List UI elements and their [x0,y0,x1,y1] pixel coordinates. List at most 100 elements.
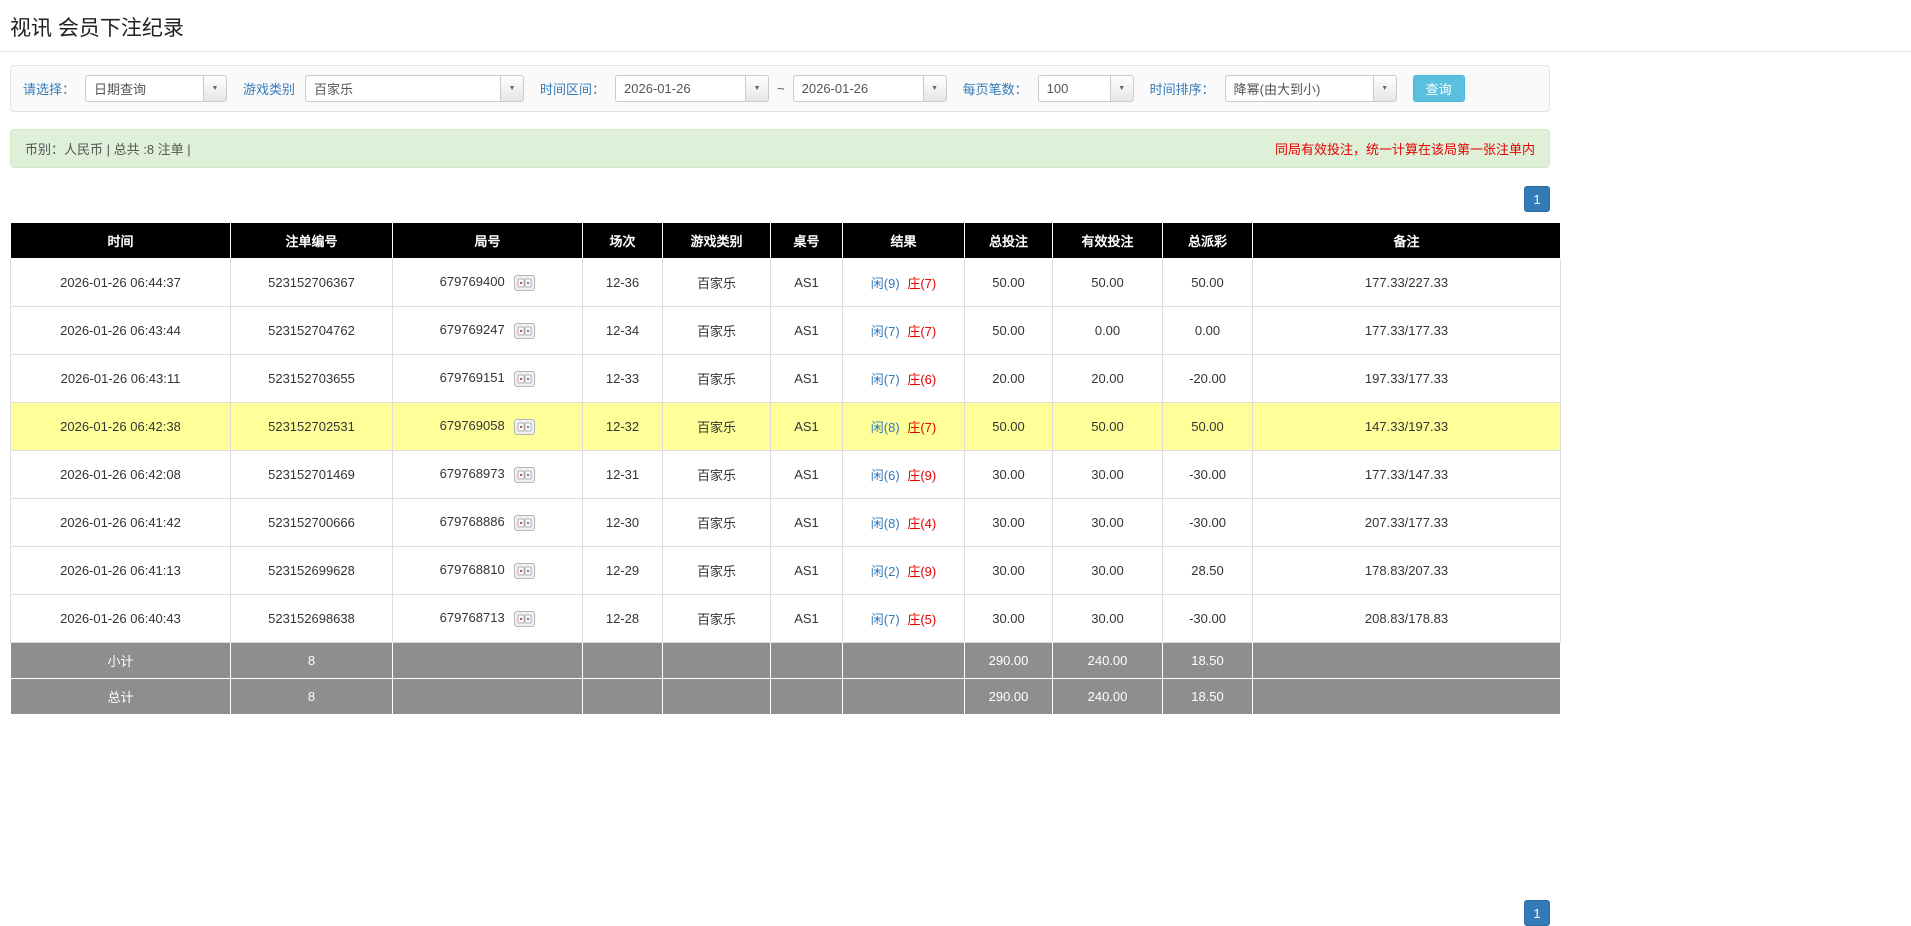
summary-bar: 币别：人民币 | 总共 :8 注单 | 同局有效投注，统一计算在该局第一张注单内 [10,129,1550,168]
round-id-value: 679768886 [439,514,505,530]
total-bet-link[interactable]: 30.00 [964,594,1053,643]
round-detail-icon[interactable] [514,514,536,531]
cell-bet-id: 523152703655 [230,354,393,403]
total-bet-link[interactable]: 30.00 [964,546,1053,595]
round-id-value: 679769151 [439,370,505,386]
total-bet-link[interactable]: 20.00 [964,354,1053,403]
date-to-picker: ▼ [792,75,947,102]
cell-round-id: 679769151 [392,354,583,403]
cell-payout: 50.00 [1162,258,1253,307]
result-player: 闲(9) [870,276,900,291]
cell-table-no: AS1 [770,450,843,499]
game-type-combobox: ▼ [305,75,525,102]
subtotal-count: 8 [230,642,393,679]
date-to-input[interactable] [792,75,923,102]
header-payout: 总派彩 [1162,222,1253,259]
time-sort-combobox: ▼ [1224,75,1397,102]
cell-time: 2026-01-26 06:42:08 [10,450,231,499]
cell-time: 2026-01-26 06:43:11 [10,354,231,403]
search-button[interactable]: 查询 [1412,75,1465,102]
result-player: 闲(7) [870,612,900,627]
round-id-value: 679769400 [439,274,505,290]
cell-table-no: AS1 [770,306,843,355]
page-size-dropdown-button[interactable]: ▼ [1109,75,1134,102]
round-detail-icon[interactable] [514,466,536,483]
round-id-value: 679768713 [439,610,505,626]
total-bet-link[interactable]: 50.00 [964,258,1053,307]
cell-game-type: 百家乐 [662,498,771,547]
result-banker: 庄(7) [907,276,937,291]
cell-round-id: 679768973 [392,450,583,499]
table-row: 2026-01-26 06:42:08 523152701469 6797689… [10,450,1561,499]
cell-bet-id: 523152706367 [230,258,393,307]
cell-table-no: AS1 [770,546,843,595]
cell-table-no: AS1 [770,354,843,403]
total-row: 总计 8 290.00 240.00 18.50 [10,678,1561,715]
result-banker: 庄(9) [907,468,937,483]
cell-result: 闲(9) 庄(7) [842,258,965,307]
result-player: 闲(8) [870,420,900,435]
date-from-input[interactable] [615,75,746,102]
total-bet-link[interactable]: 50.00 [964,306,1053,355]
game-type-dropdown-button[interactable]: ▼ [500,75,525,102]
cell-payout: -30.00 [1162,594,1253,643]
cell-remark: 177.33/177.33 [1252,306,1561,355]
cell-payout: -30.00 [1162,450,1253,499]
cell-game-type: 百家乐 [662,258,771,307]
total-valid-bet: 240.00 [1052,678,1163,715]
page-size-input[interactable] [1037,75,1110,102]
cell-valid-bet: 50.00 [1052,402,1163,451]
round-detail-icon[interactable] [514,610,536,627]
cell-bet-id: 523152702531 [230,402,393,451]
cell-bet-id: 523152698638 [230,594,393,643]
result-banker: 庄(7) [907,420,937,435]
query-type-dropdown-button[interactable]: ▼ [203,75,228,102]
time-sort-dropdown-button[interactable]: ▼ [1372,75,1397,102]
header-remark: 备注 [1252,222,1561,259]
total-bet-link[interactable]: 30.00 [964,498,1053,547]
subtotal-payout: 18.50 [1162,642,1253,679]
cell-table-no: AS1 [770,498,843,547]
cell-remark: 177.33/147.33 [1252,450,1561,499]
header-bet-id: 注单编号 [230,222,393,259]
pagination-page-1[interactable]: 1 [1524,186,1550,212]
total-total-bet: 290.00 [964,678,1053,715]
cell-result: 闲(6) 庄(9) [842,450,965,499]
round-detail-icon[interactable] [514,322,536,339]
cell-session: 12-29 [582,546,663,595]
date-from-dropdown-button[interactable]: ▼ [745,75,770,102]
result-player: 闲(2) [870,564,900,579]
cell-time: 2026-01-26 06:43:44 [10,306,231,355]
page-header: 视讯 会员下注纪录 [0,0,1911,52]
game-type-input[interactable] [305,75,501,102]
total-bet-link[interactable]: 30.00 [964,450,1053,499]
cell-payout: 0.00 [1162,306,1253,355]
round-detail-icon[interactable] [514,562,536,579]
page-size-combobox: ▼ [1037,75,1134,102]
game-type-label: 游戏类别 [243,82,296,97]
result-player: 闲(6) [870,468,900,483]
result-banker: 庄(9) [907,564,937,579]
cell-game-type: 百家乐 [662,402,771,451]
cell-session: 12-30 [582,498,663,547]
header-valid-bet: 有效投注 [1052,222,1163,259]
query-type-input[interactable] [85,75,204,102]
round-id-value: 679769058 [439,418,505,434]
round-detail-icon[interactable] [514,370,536,387]
cell-table-no: AS1 [770,402,843,451]
cell-valid-bet: 0.00 [1052,306,1163,355]
cell-result: 闲(2) 庄(9) [842,546,965,595]
round-detail-icon[interactable] [514,274,536,291]
cell-table-no: AS1 [770,594,843,643]
cell-round-id: 679768713 [392,594,583,643]
chevron-down-icon: ▼ [508,85,516,92]
chevron-down-icon: ▼ [1381,85,1389,92]
time-sort-input[interactable] [1224,75,1373,102]
header-total-bet: 总投注 [964,222,1053,259]
date-to-dropdown-button[interactable]: ▼ [922,75,947,102]
pagination-page-1-bottom[interactable]: 1 [1524,900,1550,926]
chevron-down-icon: ▼ [753,85,761,92]
cell-bet-id: 523152700666 [230,498,393,547]
total-bet-link[interactable]: 50.00 [964,402,1053,451]
round-detail-icon[interactable] [514,418,536,435]
